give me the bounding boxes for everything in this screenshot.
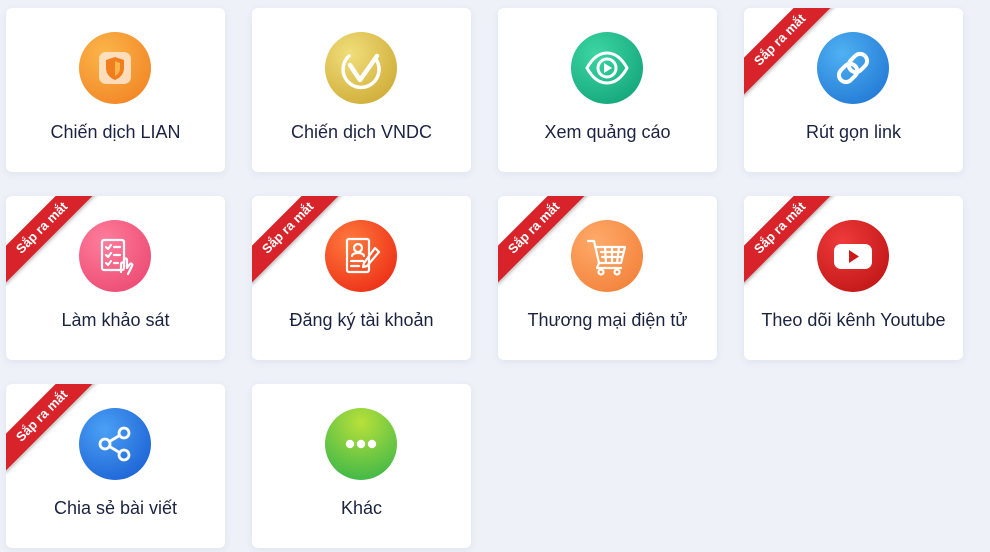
task-card-label: Chiến dịch LIAN [50, 122, 181, 142]
task-card-label: Thương mại điện tử [527, 310, 688, 330]
task-card-label: Theo dõi kênh Youtube [761, 310, 946, 330]
task-card-watch-ads[interactable]: Xem quảng cáo [498, 8, 717, 172]
task-card-label: Chiến dịch VNDC [290, 122, 433, 142]
link-icon [817, 32, 889, 104]
share-icon [79, 408, 151, 480]
task-card-ecommerce[interactable]: Thương mại điện tử Sắp ra mắt [498, 196, 717, 360]
task-card-label: Chia sẻ bài viết [53, 498, 178, 518]
survey-icon [79, 220, 151, 292]
more-dots-icon [325, 408, 397, 480]
youtube-icon [817, 220, 889, 292]
task-card-label: Xem quảng cáo [544, 122, 671, 142]
task-card-shorten-link[interactable]: Rút gọn link Sắp ra mắt [744, 8, 963, 172]
eye-icon [571, 32, 643, 104]
task-card-share-post[interactable]: Chia sẻ bài viết Sắp ra mắt [6, 384, 225, 548]
task-card-register-account[interactable]: Đăng ký tài khoản Sắp ra mắt [252, 196, 471, 360]
task-card-survey[interactable]: Làm khảo sát Sắp ra mắt [6, 196, 225, 360]
task-card-label: Rút gọn link [805, 122, 902, 142]
task-card-label: Khác [340, 498, 383, 518]
shield-icon [79, 32, 151, 104]
shopping-cart-icon [571, 220, 643, 292]
task-card-vndc[interactable]: Chiến dịch VNDC [252, 8, 471, 172]
vndc-logo-icon [325, 32, 397, 104]
task-card-other[interactable]: Khác [252, 384, 471, 548]
task-card-label: Đăng ký tài khoản [289, 310, 434, 330]
task-card-follow-youtube[interactable]: Theo dõi kênh Youtube Sắp ra mắt [744, 196, 963, 360]
register-form-icon [325, 220, 397, 292]
task-card-lian[interactable]: Chiến dịch LIAN [6, 8, 225, 172]
task-card-label: Làm khảo sát [61, 310, 170, 330]
